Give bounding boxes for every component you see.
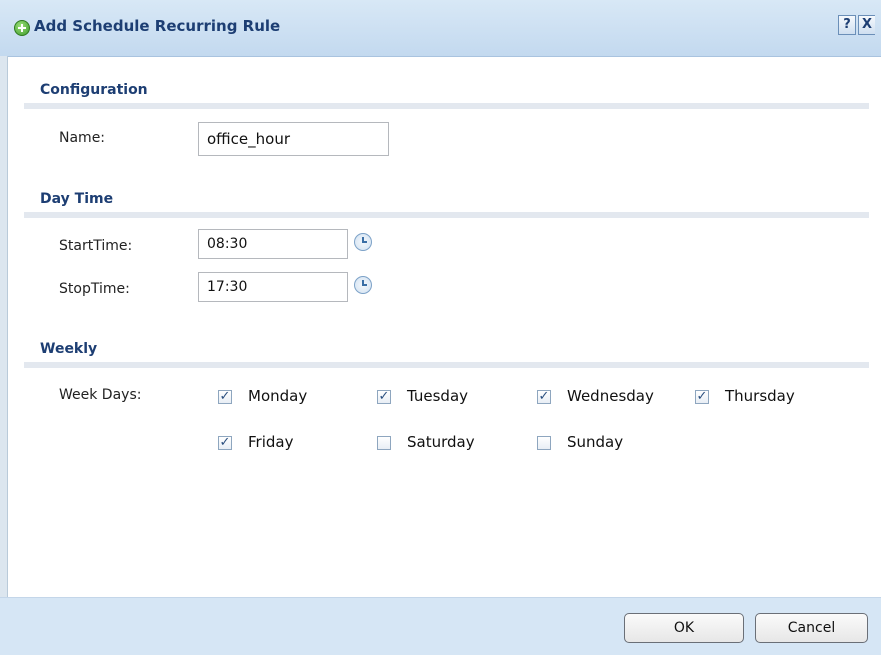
name-label: Name: [59,130,106,146]
tuesday-label: Tuesday [407,387,469,405]
start-time-clock-icon[interactable] [354,233,372,251]
weekly-section-divider [24,362,869,368]
thursday-label: Thursday [725,387,795,405]
add-icon [14,20,30,36]
monday-checkbox[interactable] [218,390,232,404]
cancel-button[interactable]: Cancel [755,613,868,643]
day-time-section-divider [24,212,869,218]
sunday-checkbox[interactable] [537,436,551,450]
friday-checkbox[interactable] [218,436,232,450]
week-days-label: Week Days: [59,387,142,403]
configuration-section-title: Configuration [40,82,148,98]
configuration-section-divider [24,103,869,109]
thursday-checkbox[interactable] [695,390,709,404]
weekly-section-title: Weekly [40,341,98,357]
tuesday-checkbox[interactable] [377,390,391,404]
saturday-label: Saturday [407,433,475,451]
help-button[interactable]: ? [838,15,856,35]
start-time-input[interactable]: 08:30 [198,229,348,259]
friday-label: Friday [248,433,294,451]
wednesday-label: Wednesday [567,387,654,405]
saturday-checkbox[interactable] [377,436,391,450]
ok-button[interactable]: OK [624,613,744,643]
close-button[interactable]: X [858,15,875,35]
wednesday-checkbox[interactable] [537,390,551,404]
dialog-left-border [0,56,8,597]
dialog-title: Add Schedule Recurring Rule [34,17,281,35]
name-input[interactable]: office_hour [198,122,389,156]
stop-time-clock-icon[interactable] [354,276,372,294]
dialog-titlebar: Add Schedule Recurring Rule ? X [0,0,881,57]
start-time-label: StartTime: [59,238,133,254]
day-time-section-title: Day Time [40,191,114,207]
stop-time-input[interactable]: 17:30 [198,272,348,302]
dialog-footer [0,597,881,655]
sunday-label: Sunday [567,433,624,451]
monday-label: Monday [248,387,308,405]
stop-time-label: StopTime: [59,281,130,297]
add-schedule-recurring-rule-dialog: Add Schedule Recurring Rule ? X Configur… [0,0,881,655]
